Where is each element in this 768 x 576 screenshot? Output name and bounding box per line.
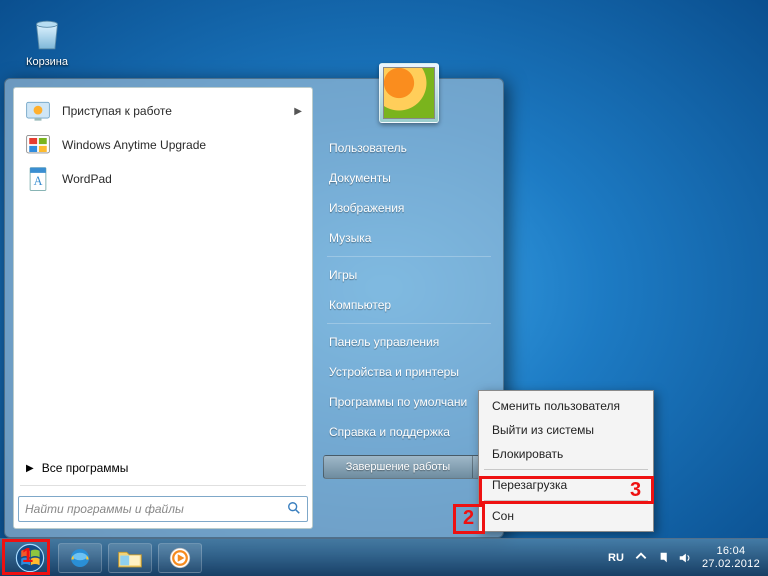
windows-orb-icon	[14, 542, 46, 574]
all-programs[interactable]: ▶ Все программы	[18, 455, 308, 481]
popup-switch-user[interactable]: Сменить пользователя	[482, 394, 650, 418]
right-link-default-programs[interactable]: Программы по умолчани	[323, 387, 495, 417]
right-link-pictures[interactable]: Изображения	[323, 193, 495, 223]
divider	[20, 485, 306, 486]
desktop-icon-recycle-bin[interactable]: Корзина	[14, 12, 80, 68]
taskbar-mediaplayer[interactable]	[158, 543, 202, 573]
anytime-upgrade-icon	[24, 131, 52, 159]
media-player-icon	[168, 546, 192, 570]
taskbar: RU 16:04 27.02.2012	[0, 538, 768, 576]
popup-sleep[interactable]: Сон	[482, 504, 650, 528]
start-item-label: WordPad	[62, 172, 112, 186]
start-item-label: Приступая к работе	[62, 104, 172, 118]
chevron-up-icon	[634, 549, 648, 563]
wordpad-icon: A	[24, 165, 52, 193]
shutdown-popup-menu: Сменить пользователя Выйти из системы Бл…	[478, 390, 654, 532]
right-link-games[interactable]: Игры	[323, 260, 495, 290]
start-menu: Приступая к работе ▶ Windows Anytime Upg…	[4, 78, 504, 538]
start-button[interactable]	[8, 543, 52, 573]
clock[interactable]: 16:04 27.02.2012	[702, 545, 760, 569]
getting-started-icon	[24, 97, 52, 125]
popup-lock[interactable]: Блокировать	[482, 442, 650, 466]
right-link-devices[interactable]: Устройства и принтеры	[323, 357, 495, 387]
submenu-arrow-icon: ▶	[294, 106, 302, 117]
svg-text:A: A	[34, 174, 43, 188]
user-avatar[interactable]	[379, 63, 439, 123]
right-link-help[interactable]: Справка и поддержка	[323, 417, 495, 447]
language-indicator[interactable]: RU	[608, 552, 624, 564]
action-center-icon[interactable]	[658, 551, 672, 565]
separator	[484, 469, 648, 470]
taskbar-ie[interactable]	[58, 543, 102, 573]
start-item-label: Windows Anytime Upgrade	[62, 138, 206, 152]
right-link-user[interactable]: Пользователь	[323, 133, 495, 163]
taskbar-explorer[interactable]	[108, 543, 152, 573]
all-programs-arrow-icon: ▶	[26, 463, 34, 474]
start-item-getting-started[interactable]: Приступая к работе ▶	[18, 94, 308, 128]
start-menu-left-pane: Приступая к работе ▶ Windows Anytime Upg…	[13, 87, 313, 529]
right-link-control-panel[interactable]: Панель управления	[323, 327, 495, 357]
shutdown-split-button: Завершение работы ▸	[323, 455, 495, 479]
start-menu-right-pane: Пользователь Документы Изображения Музык…	[313, 87, 495, 529]
search-placeholder-text: Найти программы и файлы	[25, 502, 184, 516]
start-item-wordpad[interactable]: A WordPad	[18, 162, 308, 196]
avatar-image	[383, 67, 435, 119]
all-programs-label: Все программы	[42, 461, 129, 475]
search-icon	[287, 501, 301, 518]
separator	[327, 323, 491, 324]
file-explorer-icon	[117, 547, 143, 569]
popup-logoff[interactable]: Выйти из системы	[482, 418, 650, 442]
right-link-computer[interactable]: Компьютер	[323, 290, 495, 320]
system-tray: RU 16:04 27.02.2012	[608, 545, 760, 569]
separator	[484, 500, 648, 501]
start-item-anytime-upgrade[interactable]: Windows Anytime Upgrade	[18, 128, 308, 162]
recycle-bin-label: Корзина	[14, 56, 80, 68]
search-input[interactable]: Найти программы и файлы	[18, 496, 308, 522]
recycle-bin-icon	[26, 12, 68, 54]
volume-icon[interactable]	[678, 551, 692, 565]
internet-explorer-icon	[68, 546, 92, 570]
popup-restart[interactable]: Перезагрузка	[482, 473, 650, 497]
clock-time: 16:04	[702, 545, 760, 557]
tray-icons	[658, 551, 692, 565]
tray-expand[interactable]	[634, 549, 648, 566]
separator	[327, 256, 491, 257]
right-link-music[interactable]: Музыка	[323, 223, 495, 253]
right-link-documents[interactable]: Документы	[323, 163, 495, 193]
shutdown-button[interactable]: Завершение работы	[324, 456, 472, 478]
clock-date: 27.02.2012	[702, 558, 760, 570]
